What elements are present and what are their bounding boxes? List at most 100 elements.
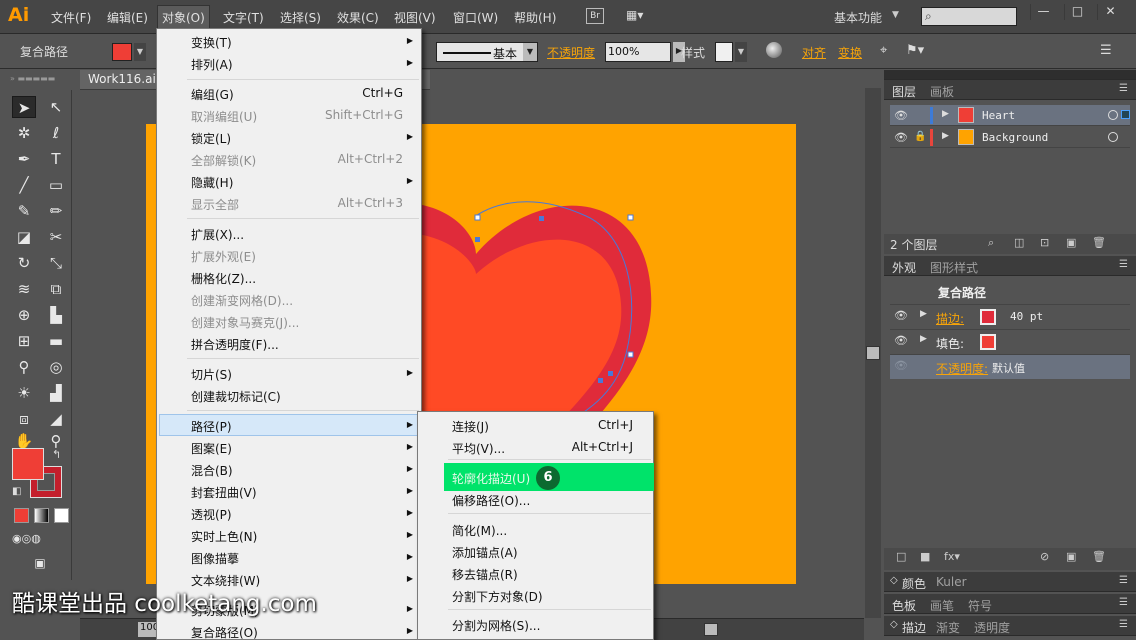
more-options-icon[interactable]: ⚑▾ [906,43,924,58]
type-tool-icon[interactable]: T [44,148,68,170]
fill-color-swatch[interactable] [112,43,132,61]
menu-effect[interactable]: 效果(C) [337,9,379,26]
anchor-point[interactable] [475,237,480,242]
chevron-down-icon[interactable]: ▼ [892,10,899,20]
draw-normal-icon[interactable]: ◉◎◍ [12,528,41,550]
submenu-item-offset-path[interactable]: 偏移路径(O)... [452,492,530,509]
menu-file[interactable]: 文件(F) [51,9,91,26]
anchor-point[interactable] [598,378,603,383]
anchor-point[interactable] [627,351,634,358]
layer-row-background[interactable]: 👁 🔒 ▶ Background [890,127,1130,148]
menu-object[interactable]: 对象(O) [157,5,210,30]
isolate-object-icon[interactable]: ⌖ [880,43,887,58]
swap-colors-icon[interactable]: ↰ [52,448,61,461]
eyedropper-tool-icon[interactable]: ⚲ [12,356,36,378]
eye-icon[interactable]: 👁 [894,309,908,322]
none-mode-icon[interactable] [54,508,69,523]
tab-symbols[interactable]: 符号 [968,597,992,614]
stroke-swatch[interactable] [980,309,996,325]
align-link[interactable]: 对齐 [802,44,826,61]
gradient-tool-icon[interactable]: ▬ [44,330,68,352]
menu-item-image-trace[interactable]: 图像描摹 [191,550,239,567]
menu-item-unlock-all[interactable]: 全部解锁(K) [191,152,256,169]
trash-icon[interactable]: 🗑 [1092,550,1106,563]
new-layer-icon[interactable]: ▣ [1066,236,1076,249]
transform-link[interactable]: 变换 [838,44,862,61]
stroke-link[interactable]: 描边: [936,310,964,327]
expand-triangle-icon[interactable]: ▶ [920,334,927,344]
menu-edit[interactable]: 编辑(E) [107,9,148,26]
tab-gradient[interactable]: 渐变 [936,619,960,636]
menu-item-envelope-distort[interactable]: 封套扭曲(V) [191,484,257,501]
appearance-row-stroke[interactable]: 👁 ▶ 描边: 40 pt [890,304,1130,329]
tab-swatches[interactable]: 色板 [892,597,916,614]
graphic-style-swatch[interactable] [715,42,733,62]
eye-icon[interactable]: 👁 [894,359,908,372]
eye-icon[interactable]: 👁 [894,131,908,144]
search-input[interactable]: ⌕ [921,7,1017,26]
slice-tool-icon[interactable]: ◢ [44,408,68,430]
scissors-tool-icon[interactable]: ✂ [44,226,68,248]
chevron-down-icon[interactable]: ▼ [134,43,146,61]
stroke-weight[interactable]: 40 pt [1010,310,1043,323]
clear-appearance-icon[interactable]: ⊘ [1040,550,1049,563]
expand-triangle-icon[interactable]: ▶ [920,309,927,319]
fill-swatch[interactable] [980,334,996,350]
menu-item-gradient-mesh[interactable]: 创建渐变网格(D)... [191,292,293,309]
arrange-documents-icon[interactable]: ▦▾ [626,8,656,24]
shape-builder-tool-icon[interactable]: ⊕ [12,304,36,326]
fill-color-box[interactable] [12,448,44,480]
direct-selection-tool-icon[interactable]: ↖ [44,96,68,118]
anchor-point[interactable] [608,371,613,376]
workspace-switcher[interactable]: 基本功能 [834,9,882,26]
menu-item-show-all[interactable]: 显示全部 [191,196,239,213]
expand-triangle-icon[interactable]: ▶ [942,131,949,141]
menu-item-slice[interactable]: 切片(S) [191,366,232,383]
locate-object-icon[interactable]: ⌕ [988,236,994,250]
layer-name[interactable]: Background [982,131,1048,144]
tab-transparency[interactable]: 透明度 [974,619,1010,636]
submenu-item-outline-stroke[interactable]: 轮廓化描边(U) [452,470,530,487]
mesh-tool-icon[interactable]: ⊞ [12,330,36,352]
appearance-row-fill[interactable]: 👁 ▶ 填色: [890,329,1130,354]
vertical-scrollbar[interactable] [865,88,881,618]
menu-item-path[interactable]: 路径(P) [191,418,232,435]
scroll-thumb[interactable] [866,346,880,360]
scale-tool-icon[interactable]: ⤡ [44,252,68,274]
duplicate-item-icon[interactable]: ▣ [1066,550,1076,563]
tab-color[interactable]: 颜色 [902,575,926,592]
width-tool-icon[interactable]: ≋ [12,278,36,300]
maximize-button[interactable]: □ [1064,4,1090,20]
menu-item-transform[interactable]: 变换(T) [191,34,232,51]
menu-item-flatten-transparency[interactable]: 拼合透明度(F)... [191,336,279,353]
magic-wand-tool-icon[interactable]: ✲ [12,122,36,144]
trash-icon[interactable]: 🗑 [1092,236,1106,249]
eraser-tool-icon[interactable]: ◪ [12,226,36,248]
chevron-down-icon[interactable]: ▼ [523,43,537,61]
eye-icon[interactable]: 👁 [894,334,908,347]
color-mode-icon[interactable] [14,508,29,523]
free-transform-tool-icon[interactable]: ⧉ [44,278,68,300]
pencil-tool-icon[interactable]: ✏ [44,200,68,222]
menu-item-live-paint[interactable]: 实时上色(N) [191,528,257,545]
tab-artboards[interactable]: 画板 [930,83,954,100]
layer-row-heart[interactable]: 👁 ▶ Heart [890,105,1130,126]
bridge-button[interactable]: Br [586,8,604,24]
submenu-item-divide-below[interactable]: 分割下方对象(D) [452,588,543,605]
zoom-field[interactable]: 100 [138,622,159,637]
artboard-tool-icon[interactable]: ⧈ [12,408,36,430]
menu-type[interactable]: 文字(T) [223,9,264,26]
perspective-grid-tool-icon[interactable]: ▙ [44,304,68,326]
minimize-button[interactable]: — [1030,4,1056,20]
lock-icon[interactable]: 🔒 [914,131,926,142]
line-tool-icon[interactable]: ╱ [12,174,36,196]
menu-item-pattern[interactable]: 图案(E) [191,440,232,457]
tab-brushes[interactable]: 画笔 [930,597,954,614]
menu-help[interactable]: 帮助(H) [514,9,556,26]
submenu-item-average[interactable]: 平均(V)... [452,440,505,457]
menu-item-hide[interactable]: 隐藏(H) [191,174,233,191]
menu-item-blend[interactable]: 混合(B) [191,462,233,479]
rectangle-tool-icon[interactable]: ▭ [44,174,68,196]
screen-mode-icon[interactable]: ▣ [28,552,52,574]
new-sublayer-icon[interactable]: ⊡ [1040,236,1049,249]
